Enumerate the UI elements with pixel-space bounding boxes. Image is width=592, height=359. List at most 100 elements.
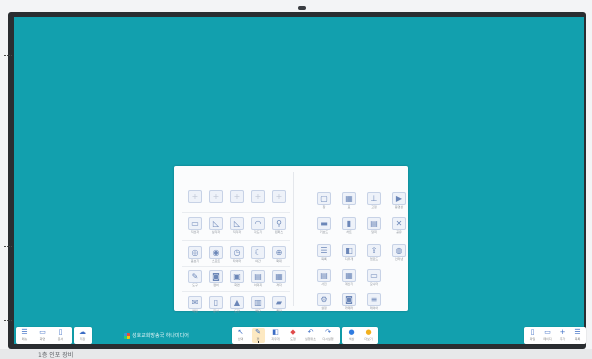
- tool-timer[interactable]: ◷ 타이머: [228, 246, 246, 265]
- tool-moon[interactable]: ☾ 야간: [249, 246, 267, 265]
- tool-share[interactable]: ✕ 공유: [390, 217, 408, 236]
- empty-tool-slot[interactable]: +: [249, 190, 267, 209]
- tool-upload[interactable]: ⇪ 업로드: [365, 244, 383, 263]
- tool-grid[interactable]: ▦ 격자: [270, 270, 288, 289]
- toolbar-more-button[interactable]: ● 더보기: [362, 328, 375, 343]
- empty-tool-slot[interactable]: +: [228, 190, 246, 209]
- pen-icon: ✎: [255, 328, 261, 336]
- toolbar-label: 페이지: [543, 337, 552, 341]
- page-icon: ▭: [544, 328, 551, 336]
- toolbar-monitor-button[interactable]: ▭ 화면: [36, 328, 49, 343]
- guide-mark: [4, 320, 12, 322]
- tool-protractor[interactable]: ◠ 각도기: [249, 217, 267, 236]
- toolbar-page-button[interactable]: ▭ 페이지: [541, 328, 554, 343]
- toolbar-left: ☰ 메뉴 ▭ 화면 ▯ 문서: [16, 327, 72, 344]
- note-icon: ▥: [251, 296, 265, 309]
- toolbar-list-button[interactable]: ☰ 목록: [571, 328, 584, 343]
- empty-tool-slot[interactable]: +: [207, 190, 225, 209]
- tool-stamp[interactable]: ▲ 도장: [228, 296, 246, 315]
- row-divider: [182, 240, 290, 241]
- protractor-icon: ◠: [251, 217, 265, 230]
- tool-camera[interactable]: ◙ 카메라: [340, 293, 358, 312]
- tool-video[interactable]: ▶ 동영상: [390, 192, 408, 211]
- video-icon: ▶: [392, 192, 406, 205]
- toolbar-color-button[interactable]: ● 색상: [345, 328, 358, 343]
- tool-label: 직선자: [190, 230, 200, 234]
- toolbar-label: 다시실행: [322, 337, 334, 341]
- empty-tool-slot[interactable]: +: [270, 190, 288, 209]
- tool-triangle-ruler[interactable]: ◺ 삼각자: [207, 217, 225, 236]
- toolbar-pointer-button[interactable]: ↖ 선택: [234, 328, 247, 343]
- toolbar-menu-button[interactable]: ☰ 메뉴: [18, 328, 31, 343]
- toolbar-label: 파일: [529, 337, 536, 341]
- toolbar-document-button[interactable]: ▯ 문서: [54, 328, 67, 343]
- tool-table[interactable]: ▦ 표: [340, 192, 358, 211]
- tool-note[interactable]: ▥ 메모: [249, 296, 267, 315]
- tool-keyboard[interactable]: ▬ 키보드: [315, 217, 333, 236]
- tool-screen[interactable]: ▣ 화면: [228, 270, 246, 289]
- tool-label: 지우개: [344, 257, 354, 261]
- tool-label: 캡처: [213, 283, 219, 287]
- toolbar-redo-button[interactable]: ↷ 다시실행: [322, 328, 335, 343]
- toolbar-label: 지우개: [271, 337, 280, 341]
- empty-tool-slot[interactable]: +: [186, 190, 204, 209]
- tool-folder[interactable]: ▰ 폴더: [270, 296, 288, 315]
- tool-window[interactable]: ▢ 창: [315, 192, 333, 211]
- toolbar-label: 더보기: [364, 337, 373, 341]
- tool-layers[interactable]: ≡ 레이어: [365, 293, 383, 312]
- row-divider: [182, 212, 290, 213]
- toolbar-file-button[interactable]: ▯ 파일: [526, 328, 539, 343]
- row-divider: [182, 266, 290, 267]
- tool-mail[interactable]: ✉ 메일: [186, 296, 204, 315]
- tool-settings[interactable]: ⚙ 설정: [315, 293, 333, 312]
- tool-globe[interactable]: ◍ 인터넷: [390, 244, 408, 263]
- toolbar-cloud-button[interactable]: ☁ 저장: [76, 328, 89, 343]
- tool-chart[interactable]: ▮ 차트: [340, 217, 358, 236]
- tools-icon: ✎: [188, 270, 202, 283]
- tool-label: 야간: [255, 259, 261, 263]
- toolbar-label: 실행취소: [304, 337, 317, 341]
- screen-icon: ▣: [230, 270, 244, 283]
- tool-pin[interactable]: ⊥ 고정: [365, 192, 383, 211]
- toolbar-label: 도형: [290, 337, 296, 341]
- tool-list[interactable]: ☰ 목록: [315, 244, 333, 263]
- tool-label: 스포트: [211, 259, 221, 263]
- tool-monitor[interactable]: ▭ 모니터: [365, 269, 383, 288]
- tool-image[interactable]: ▤ 사진: [315, 269, 333, 288]
- tool-label: 카메라: [344, 306, 354, 310]
- timer-icon: ◷: [230, 246, 244, 259]
- tool-image[interactable]: ▤ 이미지: [249, 270, 267, 289]
- tool-label: 도장: [234, 309, 240, 313]
- magnifier-icon: ◎: [188, 246, 202, 259]
- spotlight-icon: ◉: [209, 246, 223, 259]
- toolbar-add-page-button[interactable]: + 추가: [556, 328, 569, 343]
- tool-calculator[interactable]: ▦ 계산기: [340, 269, 358, 288]
- tool-triangle-ruler[interactable]: ◺ 직각자: [228, 217, 246, 236]
- tool-ruler[interactable]: ▭ 직선자: [186, 217, 204, 236]
- plus-icon: +: [272, 190, 286, 203]
- tool-tools[interactable]: ✎ 도구: [186, 270, 204, 289]
- stamp-icon: ▲: [230, 296, 244, 309]
- tool-zoom[interactable]: ⊕ 확대: [270, 246, 288, 265]
- tool-camera[interactable]: ◙ 캡처: [207, 270, 225, 289]
- zoom-icon: ⊕: [272, 246, 286, 259]
- compass-icon: ⚲: [272, 217, 286, 230]
- toolbar-eraser-button[interactable]: ◧ 지우개: [269, 328, 282, 343]
- tool-magnifier[interactable]: ◎ 돋보기: [186, 246, 204, 265]
- tool-document[interactable]: ▯ 문서: [207, 296, 225, 315]
- camera-icon: [298, 6, 306, 10]
- tool-eraser[interactable]: ◧ 지우개: [340, 244, 358, 263]
- tools-panel: + + + + + ▭ 직선자 ◺ 삼각자 ◺ 직각자 ◠ 각도기 ⚲ 컴퍼스 ◎ 돋보기 ◉ 스포트 ◷ 타이머 ☾ 야간…: [174, 166, 408, 313]
- image-icon: ▤: [317, 269, 331, 282]
- tool-compass[interactable]: ⚲ 컴퍼스: [270, 217, 288, 236]
- tool-calendar[interactable]: ▤ 달력: [365, 217, 383, 236]
- toolbar-undo-button[interactable]: ↶ 실행취소: [304, 328, 317, 343]
- undo-icon: ↶: [307, 328, 314, 336]
- window-icon: ▢: [317, 192, 331, 205]
- tool-spotlight[interactable]: ◉ 스포트: [207, 246, 225, 265]
- list-icon: ☰: [317, 244, 331, 257]
- shape-icon: ◆: [290, 328, 296, 336]
- toolbar-shape-button[interactable]: ◆ 도형: [287, 328, 300, 343]
- color-icon: ●: [348, 328, 355, 336]
- tool-label: 계산기: [344, 282, 354, 286]
